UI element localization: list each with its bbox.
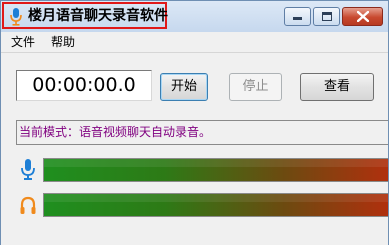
title-highlight: 楼月语音聊天录音软件 <box>2 2 168 29</box>
start-button[interactable]: 开始 <box>160 73 208 101</box>
window-title: 楼月语音聊天录音软件 <box>28 8 168 24</box>
mode-status: 当前模式：语音视频聊天自动录音。 <box>16 120 388 145</box>
minimize-button[interactable] <box>284 7 311 26</box>
maximize-icon <box>322 12 332 21</box>
close-icon <box>357 11 369 22</box>
close-button[interactable] <box>342 7 383 26</box>
minimize-icon <box>293 17 302 20</box>
maximize-button[interactable] <box>313 7 340 26</box>
timer-display: 00:00:00.0 <box>16 70 152 101</box>
menu-help[interactable]: 帮助 <box>51 34 75 50</box>
microphone-icon <box>21 159 35 180</box>
headphones-icon <box>20 196 36 214</box>
main-panel: 00:00:00.0 开始 停止 查看 当前模式：语音视频聊天自动录音。 <box>1 53 388 245</box>
title-bar[interactable]: 楼月语音聊天录音软件 <box>1 1 388 32</box>
speaker-level-meter <box>43 193 388 217</box>
view-button[interactable]: 查看 <box>300 73 374 101</box>
stop-button[interactable]: 停止 <box>229 73 282 101</box>
app-microphone-icon <box>10 8 22 26</box>
menu-file[interactable]: 文件 <box>11 34 35 50</box>
app-window: 楼月语音聊天录音软件 文件 帮助 00:00:00.0 开始 停止 查看 当前模… <box>0 0 389 245</box>
microphone-level-meter <box>43 158 388 182</box>
menu-bar: 文件 帮助 <box>1 32 388 53</box>
